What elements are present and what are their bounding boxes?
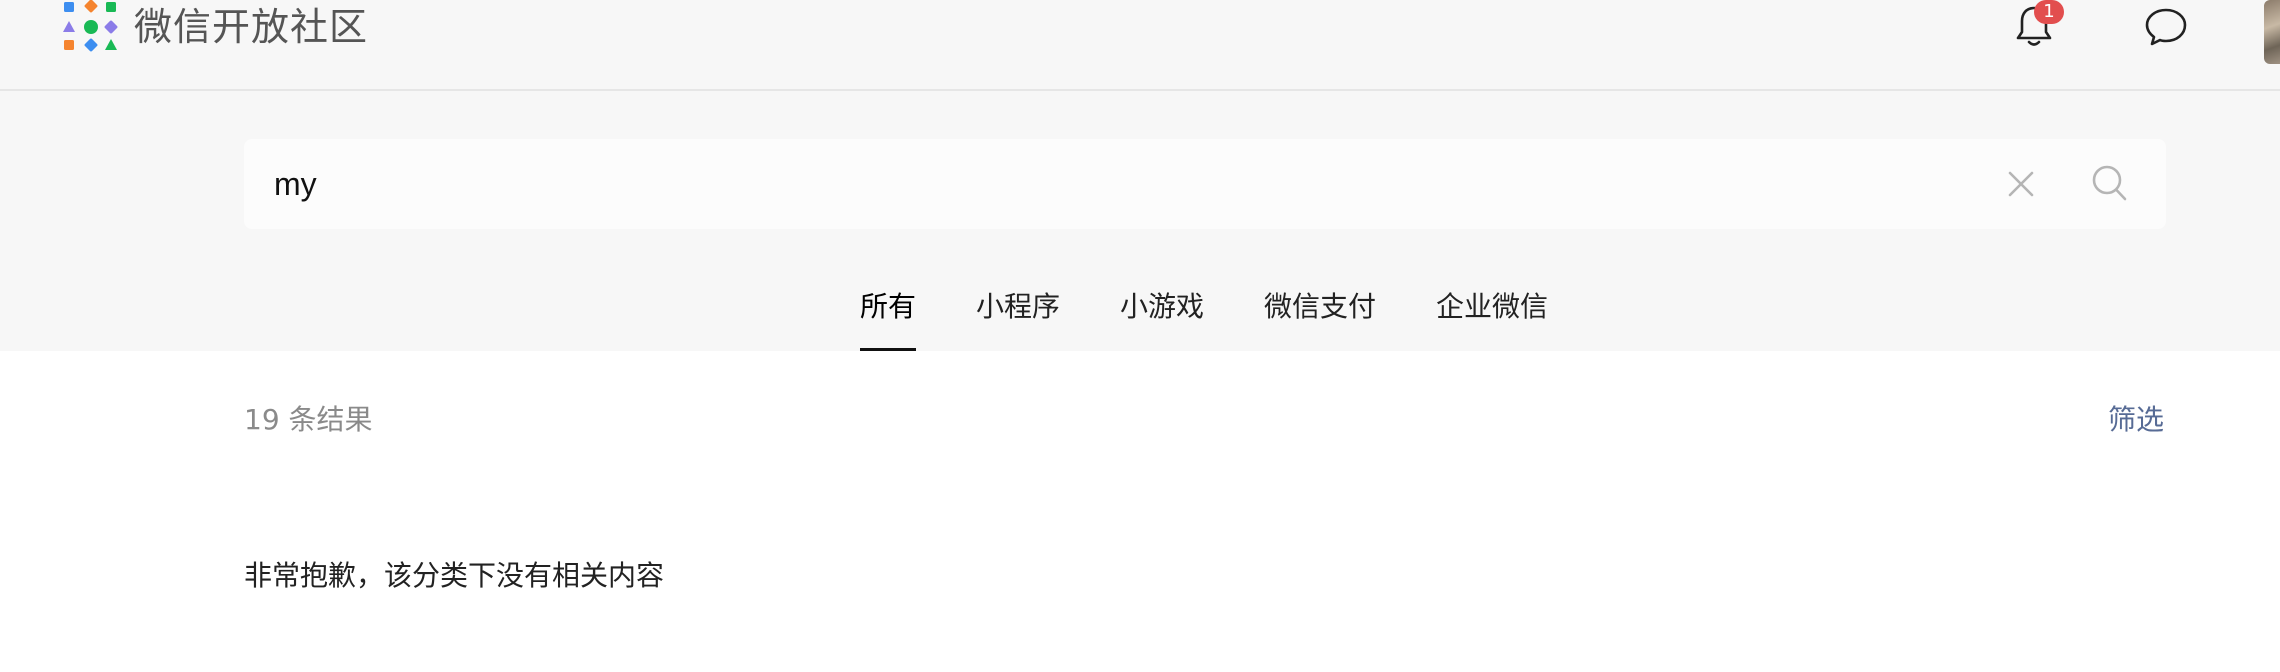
search-input[interactable]	[274, 139, 1914, 229]
search-icon[interactable]	[2090, 163, 2130, 205]
category-tabs: 所有 小程序 小游戏 微信支付 企业微信	[0, 291, 2280, 351]
active-tab-indicator	[860, 348, 917, 351]
empty-state-message: 非常抱歉，该分类下没有相关内容	[244, 559, 665, 592]
tab-mini-game[interactable]: 小游戏	[1120, 291, 1204, 351]
notification-badge[interactable]: 1	[2034, 0, 2064, 24]
tab-label: 小程序	[976, 290, 1061, 323]
tab-mini-program[interactable]: 小程序	[976, 291, 1060, 351]
search-box	[244, 139, 2166, 229]
filter-button[interactable]: 筛选	[2108, 402, 2164, 438]
page: 微信开放社区 1 所有	[0, 0, 2280, 672]
chat-bubble-icon[interactable]	[2144, 6, 2188, 48]
tab-label: 微信支付	[1264, 290, 1377, 323]
close-icon[interactable]	[2006, 169, 2036, 199]
search-band: 所有 小程序 小游戏 微信支付 企业微信	[0, 91, 2280, 351]
tab-all[interactable]: 所有	[860, 290, 917, 351]
tab-wechat-pay[interactable]: 微信支付	[1264, 291, 1376, 351]
avatar[interactable]	[2264, 0, 2280, 64]
tab-label: 企业微信	[1436, 290, 1549, 323]
tab-label: 所有	[860, 290, 917, 323]
top-navbar: 微信开放社区 1	[0, 0, 2280, 91]
tab-label: 小游戏	[1120, 290, 1205, 323]
result-count: 19 条结果	[244, 403, 373, 436]
tab-enterprise-wechat[interactable]: 企业微信	[1436, 291, 1548, 351]
wechat-open-community-logo-icon[interactable]	[62, 0, 118, 54]
brand-title[interactable]: 微信开放社区	[134, 2, 368, 52]
